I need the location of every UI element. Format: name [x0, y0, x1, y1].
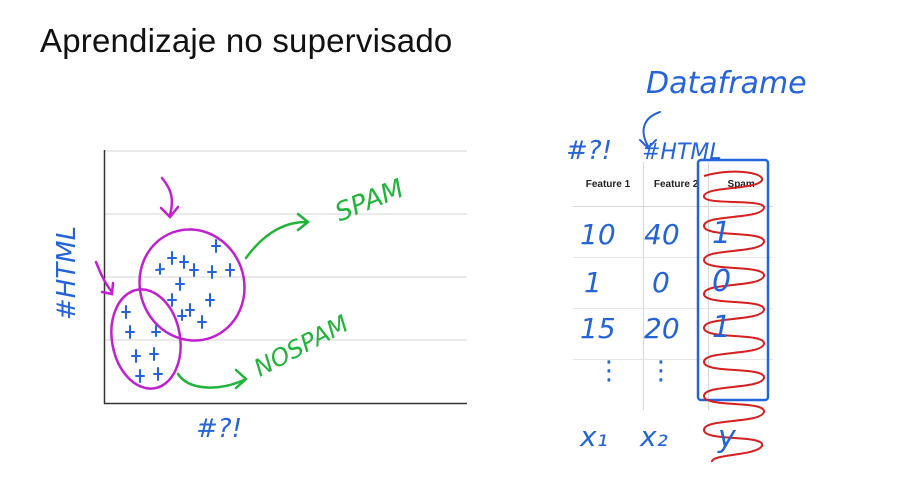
feature2-note: #HTML [642, 140, 722, 165]
cell-r4-f1: ⋮ [596, 356, 622, 386]
cell-r3-f2: 20 [644, 312, 680, 345]
slide: Aprendizaje no supervisado Feature 1 Fea… [0, 0, 910, 500]
y-axis-note: #HTML [52, 225, 83, 321]
x-axis-note: #?! [196, 414, 243, 444]
slide-title: Aprendizaje no supervisado [40, 22, 453, 59]
cell-r3-f1: 15 [580, 312, 616, 345]
dataframe-note: Dataframe [646, 66, 807, 101]
cell-r3-spam: 1 [712, 310, 732, 345]
header-spam: Spam [708, 162, 773, 207]
table-row [573, 257, 773, 309]
cell-r2-spam: 0 [712, 264, 732, 299]
cell-r1-f2: 40 [644, 218, 680, 251]
cell-r1-spam: 1 [712, 216, 732, 251]
cell-r1-f1: 10 [580, 218, 616, 251]
feature1-note: #?! [566, 136, 613, 166]
y-label: y [718, 420, 736, 455]
x1-label: x₁ [580, 420, 608, 453]
x2-label: x₂ [640, 420, 668, 453]
table-header-row: Feature 1 Feature 2 Spam [573, 162, 773, 207]
cell-r2-f2: 0 [652, 266, 670, 299]
header-feature-1: Feature 1 [573, 162, 644, 207]
header-feature-2: Feature 2 [643, 162, 710, 207]
cell-r4-f2: ⋮ [648, 356, 674, 386]
cell-r2-f1: 1 [584, 266, 602, 299]
